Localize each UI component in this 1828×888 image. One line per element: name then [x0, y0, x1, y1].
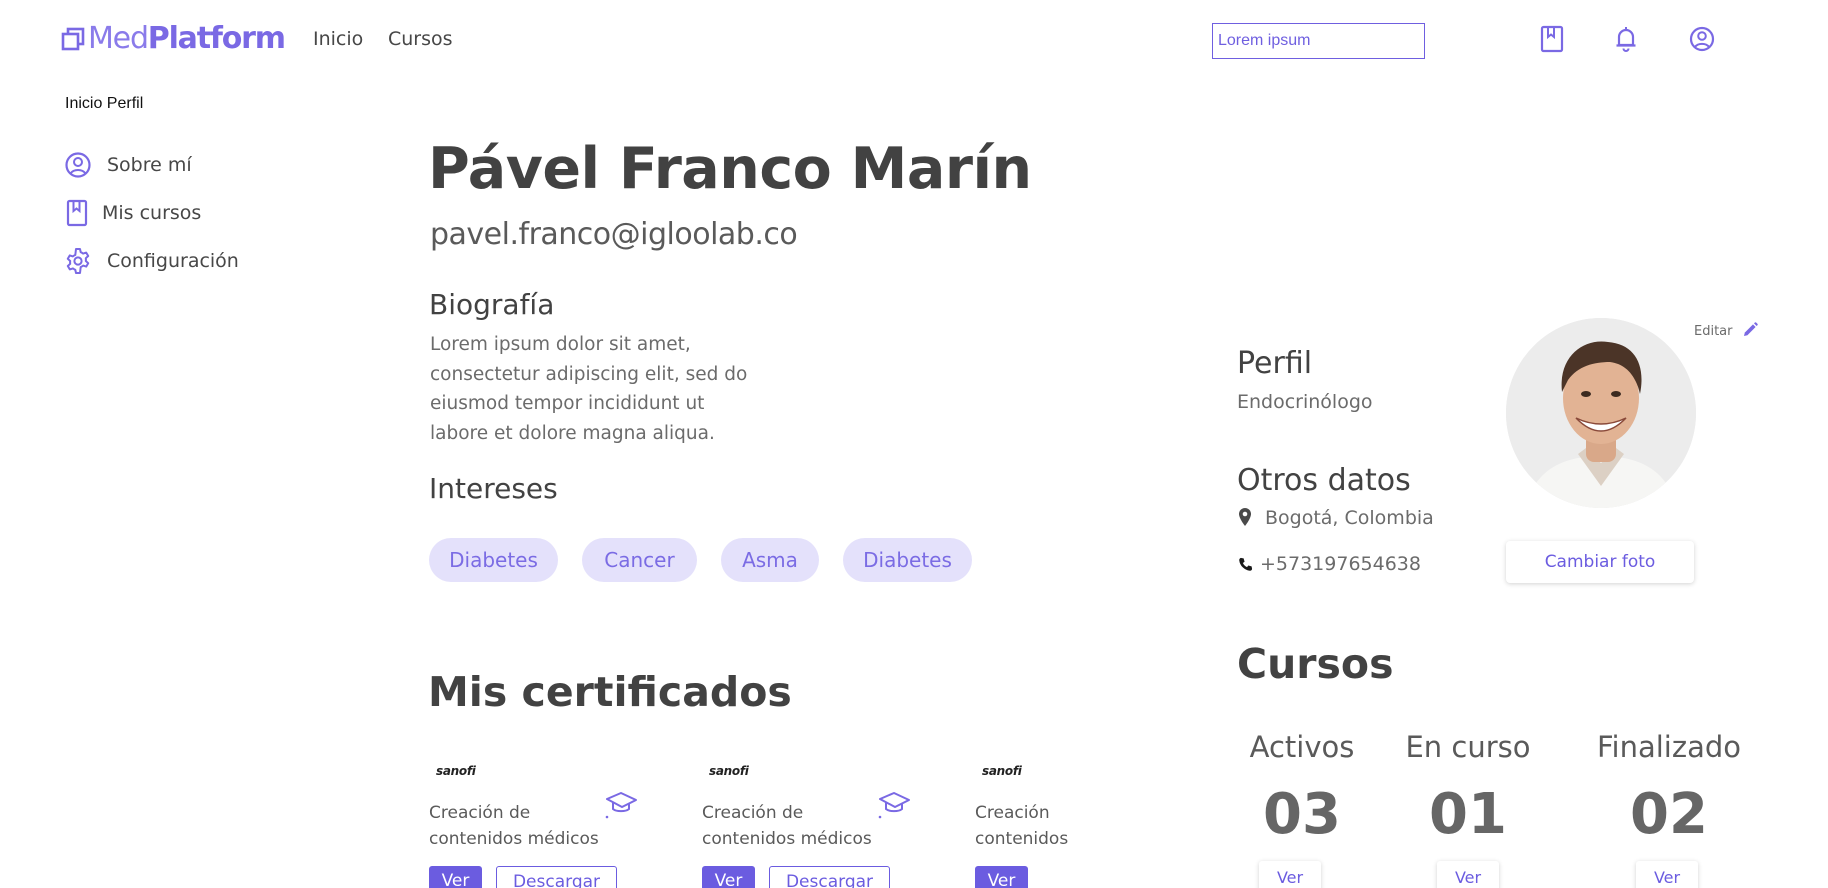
avatar-photo [1506, 318, 1696, 508]
view-activos-button[interactable]: Ver [1259, 861, 1321, 888]
stat-label-finalizado: Finalizado [1596, 730, 1742, 764]
pencil-icon[interactable] [1742, 322, 1758, 338]
bio-heading: Biografía [429, 288, 555, 321]
sidebar-item-configuracion[interactable]: Configuración [64, 247, 239, 275]
view-en-curso-button[interactable]: Ver [1437, 861, 1499, 888]
sidebar-item-label: Sobre mí [107, 154, 192, 176]
sanofi-logo: sanofi [982, 764, 1022, 778]
view-certificate-button[interactable]: Ver [429, 866, 482, 888]
otros-datos-heading: Otros datos [1237, 463, 1411, 498]
phone-text: +573197654638 [1260, 553, 1421, 575]
courses-heading: Cursos [1237, 640, 1394, 688]
certificates-heading: Mis certificados [428, 668, 792, 716]
phone-icon [1239, 557, 1253, 571]
sidebar-item-label: Configuración [107, 250, 239, 272]
sidebar-item-label: Mis cursos [102, 202, 202, 224]
search-input[interactable]: Lorem ipsum [1212, 23, 1425, 59]
profession: Endocrinólogo [1237, 391, 1373, 413]
profile-email: pavel.franco@igloolab.co [430, 217, 798, 252]
graduation-cap-icon [878, 792, 910, 819]
sanofi-logo: sanofi [436, 764, 476, 778]
graduation-cap-icon [605, 792, 637, 819]
perfil-heading: Perfil [1237, 346, 1313, 381]
view-certificate-button[interactable]: Ver [975, 866, 1028, 888]
profile-name: Pável Franco Marín [428, 136, 1032, 202]
breadcrumb: Inicio Perfil [65, 95, 144, 112]
edit-link[interactable]: Editar [1694, 324, 1733, 339]
interests-heading: Intereses [429, 472, 558, 505]
user-circle-icon [65, 152, 91, 178]
bio-text: Lorem ipsum dolor sit amet, consectetur … [430, 334, 748, 444]
download-certificate-button[interactable]: Descargar [496, 866, 617, 888]
sidebar-item-mis-cursos[interactable]: Mis cursos [64, 199, 201, 227]
location-text: Bogotá, Colombia [1265, 507, 1434, 529]
interest-chip[interactable]: Cancer [582, 538, 697, 582]
bookmark-icon[interactable] [1539, 24, 1565, 54]
change-photo-button[interactable]: Cambiar foto [1506, 541, 1694, 583]
logo-icon [61, 27, 85, 51]
view-certificate-button[interactable]: Ver [702, 866, 755, 888]
certificate-title: Creación de contenidos médicos [429, 803, 599, 849]
view-finalizado-button[interactable]: Ver [1636, 861, 1698, 888]
stat-value-en-curso: 01 [1429, 782, 1507, 847]
stat-label-activos: Activos [1249, 730, 1355, 764]
stat-value-activos: 03 [1263, 782, 1341, 847]
nav-cursos[interactable]: Cursos [388, 28, 453, 50]
sidebar-item-sobre-mi[interactable]: Sobre mí [64, 151, 192, 179]
interest-chip[interactable]: Asma [721, 538, 819, 582]
certificate-title: Creación de contenidos médicos [702, 803, 872, 849]
nav-inicio[interactable]: Inicio [313, 28, 363, 50]
avatar [1506, 318, 1696, 508]
brand-logo[interactable]: MedPlatform [60, 21, 286, 56]
brand-name: MedPlatform [88, 21, 286, 56]
user-circle-icon[interactable] [1689, 24, 1715, 54]
bell-icon[interactable] [1613, 24, 1639, 54]
bookmark-icon [66, 199, 88, 227]
download-certificate-button[interactable]: Descargar [769, 866, 890, 888]
stat-value-finalizado: 02 [1630, 782, 1708, 847]
interest-chip[interactable]: Diabetes [429, 538, 558, 582]
sanofi-logo: sanofi [709, 764, 749, 778]
interest-chip[interactable]: Diabetes [843, 538, 972, 582]
gear-icon [66, 248, 90, 274]
certificate-title: Creación contenidos [975, 803, 1069, 849]
stat-label-en-curso: En curso [1405, 730, 1531, 764]
location-pin-icon [1239, 508, 1251, 526]
